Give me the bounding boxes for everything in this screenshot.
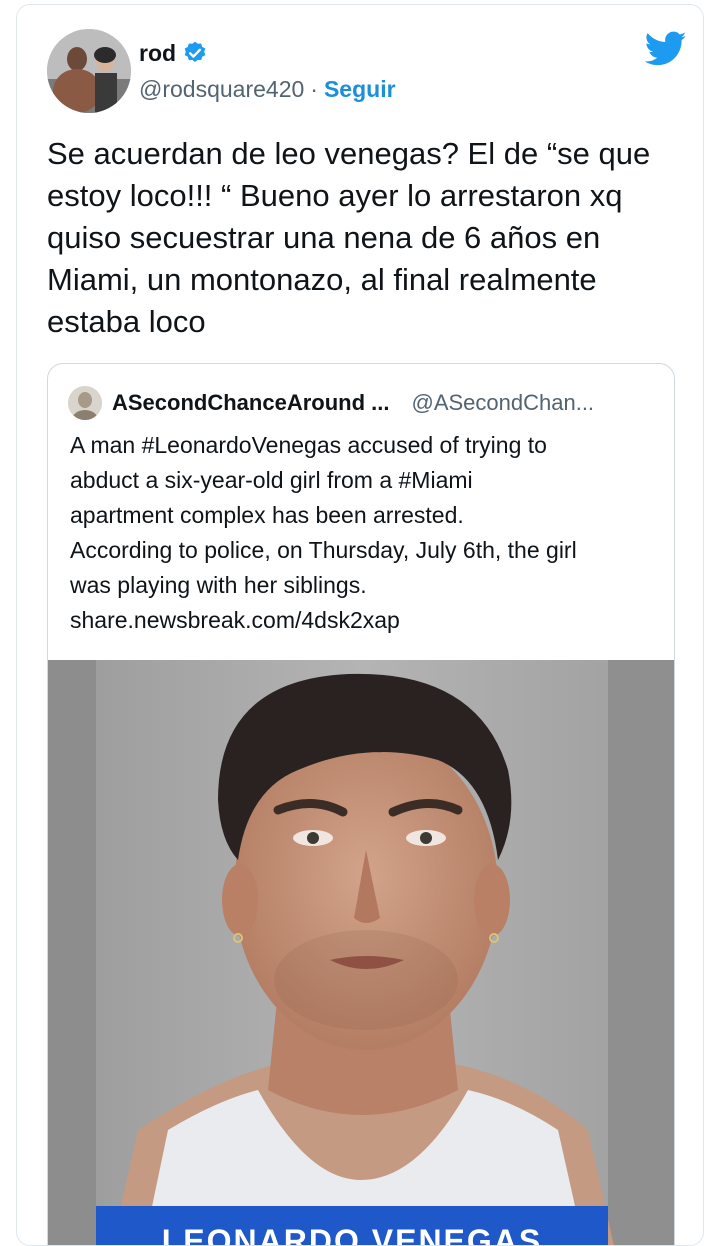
follow-button[interactable]: Seguir: [324, 76, 396, 103]
image-caption: LEONARDO VENEGAS: [162, 1223, 542, 1246]
quoted-author-name[interactable]: ASecondChanceAround ...: [112, 390, 389, 416]
mugshot-image[interactable]: LEONARDO VENEGAS: [48, 660, 674, 1246]
author-name-row: rod: [139, 37, 208, 69]
quoted-text-line: apartment complex has been arrested.: [70, 502, 464, 528]
author-handle[interactable]: @rodsquare420: [139, 76, 304, 103]
quoted-text: A man #LeonardoVenegas accused of trying…: [70, 428, 660, 638]
quoted-text-line: According to police, on Thursday, July 6…: [70, 537, 577, 563]
quoted-author-handle[interactable]: @ASecondChan...: [411, 390, 594, 416]
quoted-text-line: A man #LeonardoVenegas accused of trying…: [70, 432, 547, 458]
verified-badge-icon: [182, 40, 208, 66]
tweet-text: Se acuerdan de leo venegas? El de “se qu…: [47, 136, 659, 339]
author-handle-row: @rodsquare420 · Seguir: [139, 73, 396, 105]
quoted-link[interactable]: share.newsbreak.com/4dsk2xap: [70, 603, 660, 638]
tweet-card: rod @rodsquare420 · Seguir Se acuerdan d…: [16, 4, 704, 1246]
separator-dot: ·: [310, 75, 318, 102]
author-avatar[interactable]: [47, 29, 131, 113]
quoted-text-line: abduct a six-year-old girl from a #Miami: [70, 467, 473, 493]
quoted-text-line: was playing with her siblings.: [70, 572, 367, 598]
twitter-bird-icon[interactable]: [644, 31, 687, 67]
quoted-author-avatar[interactable]: [68, 386, 102, 420]
quoted-header: ASecondChanceAround ... @ASecondChan...: [68, 386, 594, 420]
quoted-tweet[interactable]: ASecondChanceAround ... @ASecondChan... …: [47, 363, 675, 1246]
author-name[interactable]: rod: [139, 40, 176, 67]
tweet-header: rod @rodsquare420 · Seguir: [47, 25, 687, 115]
